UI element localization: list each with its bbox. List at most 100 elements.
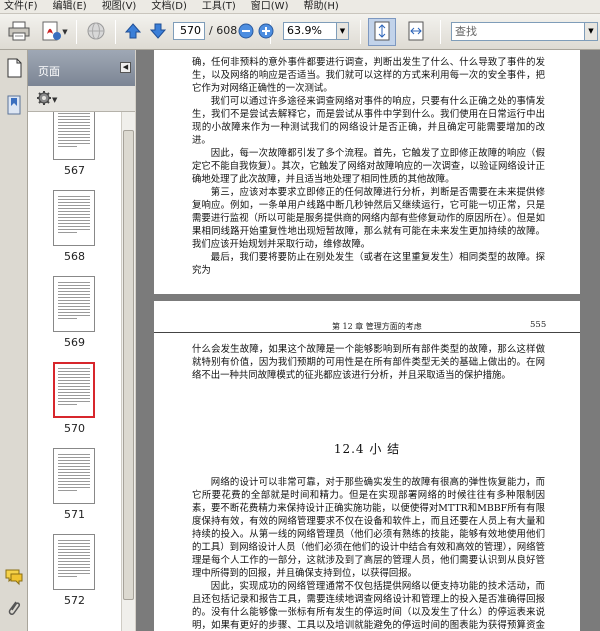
thumbnail-text-line — [58, 217, 90, 218]
panel-collapse-icon[interactable]: ◀ — [120, 62, 131, 73]
thumbnail-text-line — [58, 561, 90, 562]
create-pdf-button[interactable]: ▼ — [37, 20, 71, 44]
menu-help[interactable]: 帮助(H) — [303, 0, 338, 14]
bookmarks-tab-button[interactable] — [4, 95, 24, 117]
menu-document[interactable]: 文档(D) — [151, 0, 187, 14]
thumbnail-text-line — [58, 300, 90, 301]
thumbnail-text-line — [58, 466, 90, 467]
thumbnail-text-line — [58, 306, 90, 307]
page-thumbnail[interactable] — [53, 190, 95, 246]
bookmark-icon — [6, 95, 22, 118]
thumbnail-text-line — [58, 460, 90, 461]
thumbnail-text-line — [58, 576, 78, 577]
zoom-in-button[interactable] — [258, 22, 274, 42]
collaborate-button[interactable] — [82, 20, 110, 44]
page-thumbnail[interactable] — [53, 448, 95, 504]
thumbnail-text-line — [58, 395, 90, 396]
thumbnail-text-line — [58, 475, 90, 476]
document-view[interactable]: 确，任何非预料的意外事件都要进行调查，判断出发生了什么、什么导致了事件的发生，以… — [136, 50, 600, 631]
paragraph: 我们可以通过许多途径来调查网络对事件的响应，只要有什么正确之处的事情发生，我们不… — [192, 96, 545, 146]
attachments-tab-button[interactable] — [4, 598, 24, 620]
thumbnail-text-line — [58, 377, 90, 378]
print-button[interactable] — [5, 20, 33, 44]
thumbnail-text-line — [58, 303, 90, 304]
options-button[interactable]: ▼ — [36, 90, 57, 109]
panel-header: 页面 ◀ — [28, 50, 135, 86]
zoom-dropdown-icon[interactable]: ▼ — [337, 22, 349, 40]
thumbnail-text-line — [58, 481, 90, 482]
zoom-out-button[interactable] — [238, 22, 254, 42]
thumbnail-text-line — [58, 116, 90, 117]
plus-icon — [258, 23, 274, 42]
thumbnail-text-line — [58, 564, 90, 565]
thumbnail-text-line — [58, 146, 78, 147]
thumbnail-text-line — [58, 478, 90, 479]
thumbnail-text-line — [58, 549, 90, 550]
menu-view[interactable]: 视图(V) — [102, 0, 137, 14]
thumbnail-text-line — [58, 472, 90, 473]
chevron-down-icon: ▼ — [62, 28, 68, 36]
pages-panel: 页面 ◀ ▼ 567 568 569 570 571 572 — [28, 50, 135, 631]
document-page: 第 12 章 管理方面的考虑 555 什么会发生故障，如果这个故障是一个能够影响… — [154, 301, 580, 631]
thumbnail-text-line — [58, 131, 90, 132]
thumbnail-text-line — [58, 552, 90, 553]
pages-tab-button[interactable] — [4, 58, 24, 80]
globe-icon — [85, 21, 107, 44]
thumbnail-text-line — [58, 134, 90, 135]
thumbnail-text-line — [58, 223, 90, 224]
page-thumbnail[interactable] — [53, 112, 95, 160]
thumbnail-text-line — [58, 401, 90, 402]
comments-tab-button[interactable] — [4, 567, 24, 589]
pages-icon — [6, 58, 22, 81]
menu-tools[interactable]: 工具(T) — [202, 0, 236, 14]
thumbnail-text-line — [58, 368, 90, 369]
zoom-input[interactable]: 63.9% — [283, 22, 337, 40]
page-total: / 608 — [209, 24, 238, 37]
thumbnail-text-line — [58, 196, 90, 197]
thumbnail-text-line — [58, 371, 90, 372]
page-thumbnail-label: 568 — [64, 250, 85, 263]
thumbnail-text-line — [58, 392, 90, 393]
thumbnail-text-line — [58, 297, 90, 298]
menu-window[interactable]: 窗口(W) — [251, 0, 289, 14]
search-dropdown-icon[interactable]: ▼ — [585, 22, 598, 41]
thumbnail-text-line — [58, 288, 90, 289]
menu-file[interactable]: 文件(F) — [4, 0, 38, 14]
arrow-up-icon — [124, 22, 142, 43]
fit-page-button[interactable] — [368, 18, 396, 46]
thumbnail-text-line — [58, 220, 90, 221]
thumbnail-text-line — [58, 285, 90, 286]
previous-page-button[interactable] — [122, 20, 144, 44]
thumbnail-scrollbar[interactable] — [121, 112, 135, 631]
paragraph: 因此，每一次故障都引发了多个流程。首先，它触发了立即修正故障的响应（假定它不能自… — [192, 148, 545, 185]
page-thumbnail[interactable] — [53, 362, 95, 418]
thumbnail-text-line — [58, 490, 78, 491]
search-input[interactable]: 查找 — [451, 22, 585, 41]
thumbnail-text-line — [58, 540, 90, 541]
page-thumbnail[interactable] — [53, 534, 95, 590]
page-number-input[interactable]: 570 — [173, 22, 205, 40]
thumbnail-text-line — [58, 484, 90, 485]
next-page-button[interactable] — [147, 20, 169, 44]
page-thumbnail[interactable] — [53, 276, 95, 332]
thumbnail-text-line — [58, 386, 90, 387]
panel-options-bar: ▼ — [28, 86, 135, 112]
page-text: 什么会发生故障，如果这个故障是一个能够影响到所有部件类型的故障，那么这样做就特别… — [192, 344, 545, 381]
paragraph: 第三，应该对本要求立即修正的任何故障进行分析，判断是否需要在未来提供修复响应。例… — [192, 187, 545, 250]
thumbnail-list: 567 568 569 570 571 572 — [28, 112, 121, 631]
scrollbar-thumb[interactable] — [123, 130, 134, 600]
thumbnail-text-line — [58, 119, 90, 120]
page-text: 确，任何非预料的意外事件都要进行调查，判断出发生了什么、什么导致了事件的发生，以… — [192, 56, 545, 277]
menu-edit[interactable]: 编辑(E) — [53, 0, 87, 14]
thumbnail-text-line — [58, 546, 90, 547]
navigation-strip — [0, 50, 28, 631]
page-thumbnail-label: 572 — [64, 594, 85, 607]
thumbnail-text-line — [58, 318, 78, 319]
thumbnail-text-line — [58, 309, 90, 310]
thumbnail-text-line — [58, 454, 90, 455]
thumbnail-text-line — [58, 137, 90, 138]
thumbnail-text-line — [58, 199, 90, 200]
fit-width-button[interactable] — [402, 18, 430, 46]
paragraph: 网络的设计可以非常可靠，对于那些确实发生的故障有很高的弹性恢复能力，而它所要花费… — [192, 477, 545, 579]
comment-icon — [4, 568, 24, 589]
